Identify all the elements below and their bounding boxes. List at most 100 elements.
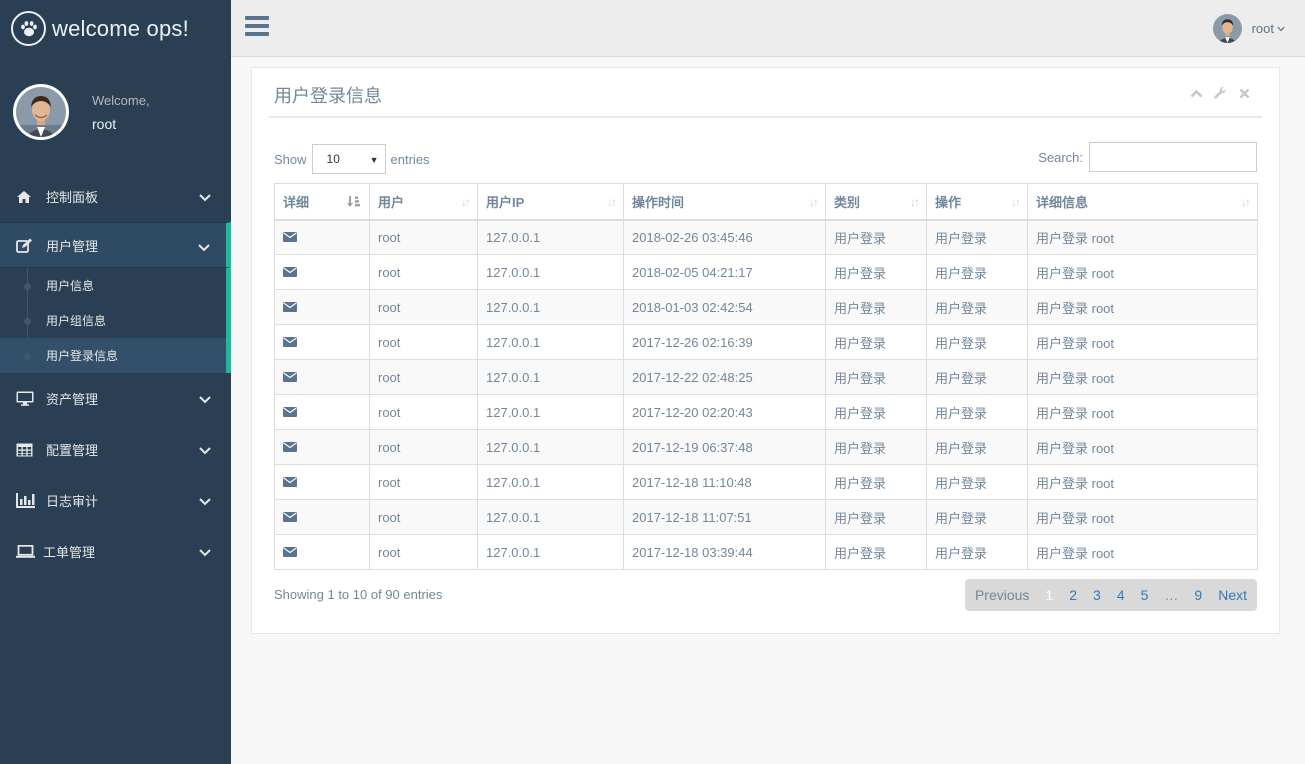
envelope-icon[interactable] — [283, 440, 297, 455]
brand[interactable]: welcome ops! — [0, 0, 231, 57]
caret-down-icon: ▼ — [369, 155, 379, 165]
chevron-down-icon — [199, 443, 211, 458]
menu-toggle-icon[interactable] — [245, 16, 269, 38]
table-cell: root — [369, 429, 478, 465]
table-cell: 2018-02-26 03:45:46 — [623, 219, 826, 255]
detail-cell[interactable] — [274, 254, 370, 290]
detail-cell[interactable] — [274, 394, 370, 430]
column-header[interactable]: 用户IP ↓↑ — [477, 183, 624, 221]
chevron-down-icon — [199, 494, 211, 509]
sidebar-item-config[interactable]: 配置管理 — [0, 424, 231, 475]
table-icon — [16, 441, 36, 459]
envelope-icon[interactable] — [283, 335, 297, 350]
collapse-icon[interactable] — [1189, 86, 1203, 100]
wrench-icon[interactable] — [1213, 86, 1227, 100]
previous-button[interactable]: Previous — [967, 587, 1037, 603]
submenu-item-user-group[interactable]: 用户组信息 — [0, 303, 226, 338]
column-header[interactable]: 详细 — [274, 183, 370, 221]
chevron-down-icon — [199, 190, 211, 205]
avatar — [1212, 14, 1242, 43]
detail-cell[interactable] — [274, 534, 370, 570]
column-header[interactable]: 类别 ↓↑ — [825, 183, 927, 221]
top-nav: root — [231, 0, 1305, 57]
sidebar-item-user-management[interactable]: 用户管理 — [0, 222, 231, 268]
search-control: Search: — [1038, 142, 1257, 172]
envelope-icon[interactable] — [283, 265, 297, 280]
table-cell: 用户登录 — [926, 254, 1028, 290]
table-row: root 127.0.0.1 2017-12-18 11:10:48 用户登录 用户登录… — [274, 464, 1258, 500]
bar-chart-icon — [16, 492, 36, 510]
table-cell: 用户登录 root — [1027, 289, 1258, 325]
submenu-item-user-info[interactable]: 用户信息 — [0, 268, 226, 303]
column-header[interactable]: 用户 ↓↑ — [369, 183, 478, 221]
detail-cell[interactable] — [274, 219, 370, 255]
panel-divider — [269, 116, 1262, 118]
next-button[interactable]: Next — [1210, 587, 1255, 603]
page-button[interactable]: 5 — [1133, 587, 1157, 603]
sidebar-item-label: 资产管理 — [46, 392, 99, 407]
user-menu[interactable]: root — [1212, 14, 1285, 43]
welcome-text: Welcome, — [92, 93, 150, 108]
detail-cell[interactable] — [274, 289, 370, 325]
table-cell: 用户登录 — [825, 359, 927, 395]
table-cell: 用户登录 — [926, 289, 1028, 325]
sidebar-item-label: 用户管理 — [46, 238, 99, 254]
paw-icon — [11, 11, 46, 46]
sidebar: welcome ops! Welcome, root 控制面板 用户管理 用户信… — [0, 0, 231, 764]
table-cell: 用户登录 — [926, 464, 1028, 500]
page-button[interactable]: 4 — [1109, 587, 1133, 603]
table-cell: 用户登录 — [926, 324, 1028, 360]
column-header-label: 操作时间 — [632, 194, 685, 210]
envelope-icon[interactable] — [283, 510, 297, 525]
table-cell: root — [369, 219, 478, 255]
page-button[interactable]: 9 — [1186, 587, 1210, 603]
table-cell: root — [369, 289, 478, 325]
table-body: root 127.0.0.1 2018-02-26 03:45:46 用户登录 用户登录… — [274, 219, 1258, 570]
table-cell: 用户登录 root — [1027, 219, 1258, 255]
column-header[interactable]: 操作 ↓↑ — [926, 183, 1028, 221]
submenu-label: 用户组信息 — [46, 314, 107, 328]
page-button[interactable]: 2 — [1061, 587, 1085, 603]
detail-cell[interactable] — [274, 359, 370, 395]
envelope-icon[interactable] — [283, 475, 297, 490]
caret-down-icon — [1277, 24, 1285, 34]
table-cell: 127.0.0.1 — [477, 499, 624, 535]
table-row: root 127.0.0.1 2017-12-18 03:39:44 用户登录 用户登录… — [274, 534, 1258, 570]
envelope-icon[interactable] — [283, 405, 297, 420]
length-label: Show — [274, 151, 307, 167]
table-cell: 用户登录 root — [1027, 464, 1258, 500]
table-info: Showing 1 to 10 of 90 entries — [274, 587, 443, 602]
table-cell: 用户登录 — [825, 324, 927, 360]
sort-icon: ↓↑ — [1011, 195, 1021, 209]
length-label-suffix: entries — [390, 151, 430, 167]
column-header[interactable]: 操作时间 ↓↑ — [623, 183, 826, 221]
table-row: root 127.0.0.1 2017-12-22 02:48:25 用户登录 用户登录… — [274, 359, 1258, 395]
table-cell: root — [369, 394, 478, 430]
detail-cell[interactable] — [274, 429, 370, 465]
page-button[interactable]: 1 — [1037, 587, 1061, 603]
sidebar-item-dashboard[interactable]: 控制面板 — [0, 171, 231, 222]
page-length-select[interactable]: 10 ▼ — [311, 144, 386, 174]
table-cell: 用户登录 root — [1027, 254, 1258, 290]
submenu-item-login-info[interactable]: 用户登录信息 — [0, 338, 226, 373]
pagination: Previous 1 2 3 4 5 … 9 Next — [964, 579, 1257, 611]
sidebar-item-audit-log[interactable]: 日志审计 — [0, 475, 231, 526]
table-cell: 127.0.0.1 — [477, 254, 624, 290]
table-cell: 2017-12-18 03:39:44 — [623, 534, 826, 570]
envelope-icon[interactable] — [283, 300, 297, 315]
close-icon[interactable] — [1237, 86, 1251, 100]
sidebar-item-assets[interactable]: 资产管理 — [0, 373, 231, 424]
envelope-icon[interactable] — [283, 230, 297, 245]
detail-cell[interactable] — [274, 499, 370, 535]
table-cell: 用户登录 root — [1027, 394, 1258, 430]
submenu-user-management: 用户信息 用户组信息 用户登录信息 — [0, 268, 231, 373]
sidebar-item-tickets[interactable]: 工单管理 — [0, 526, 231, 577]
envelope-icon[interactable] — [283, 370, 297, 385]
page-button[interactable]: 3 — [1085, 587, 1109, 603]
search-input[interactable] — [1089, 142, 1257, 172]
detail-cell[interactable] — [274, 324, 370, 360]
detail-cell[interactable] — [274, 464, 370, 500]
envelope-icon[interactable] — [283, 545, 297, 560]
column-header[interactable]: 详细信息 ↓↑ — [1027, 183, 1258, 221]
topnav-user-name: root — [1251, 21, 1274, 36]
